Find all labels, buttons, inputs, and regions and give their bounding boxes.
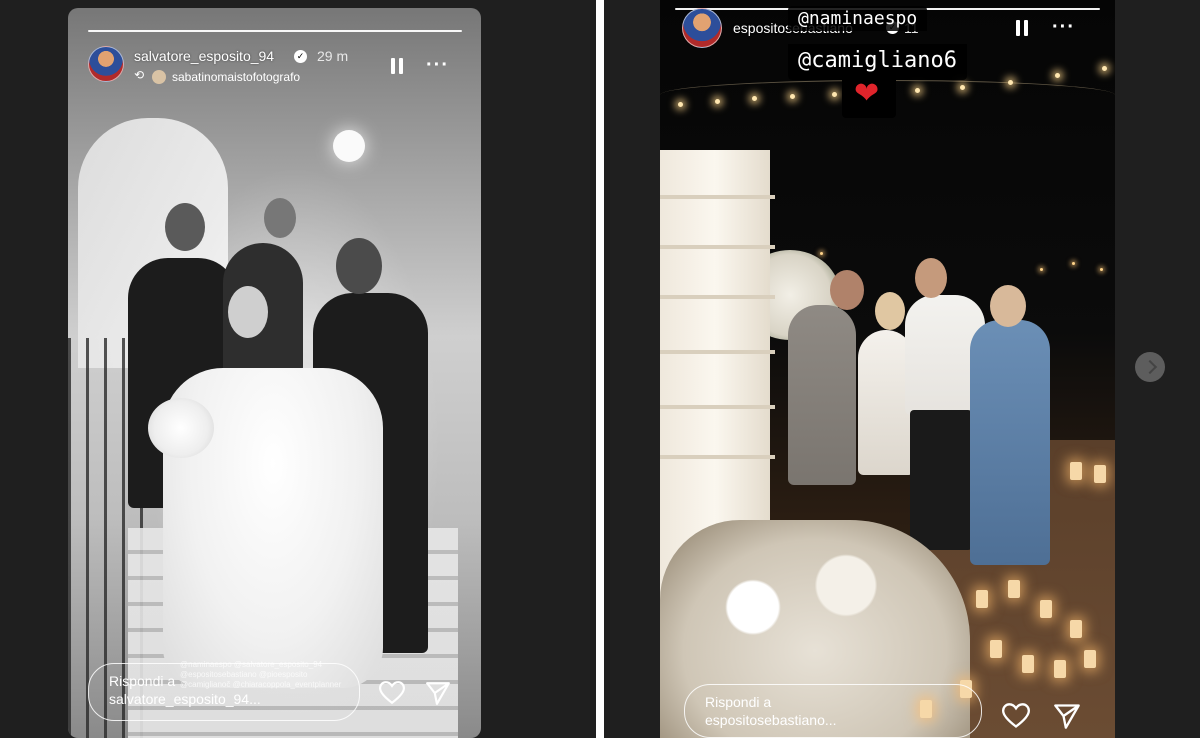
photo-light [715, 99, 720, 104]
reposted-username[interactable]: sabatinomaistofotografo [172, 70, 300, 84]
photo-cake-tier [660, 295, 775, 299]
photo-light [915, 88, 920, 93]
photo-cake-tier [660, 455, 775, 459]
photo-city-light [1072, 262, 1075, 265]
photo-candle [1008, 580, 1020, 598]
story-time: 29 m [317, 48, 349, 64]
photo-city-light [820, 252, 823, 255]
photo-light [960, 85, 965, 90]
reply-prefix: Rispondi a [109, 673, 176, 689]
photo-head [915, 258, 947, 298]
heart-sticker: ❤ [842, 72, 896, 118]
reposted-avatar [152, 70, 166, 84]
photo-head [264, 198, 296, 238]
photo-person-grey-suit [788, 305, 856, 485]
verified-badge-icon: ✓ [294, 50, 307, 63]
photo-light [790, 94, 795, 99]
photo-light [1055, 73, 1060, 78]
photo-head [990, 285, 1026, 327]
photo-person-blue-dress [970, 320, 1050, 565]
reply-input[interactable]: Rispondi a salvatore_esposito_94... [88, 663, 360, 721]
photo-candle [1022, 655, 1034, 673]
photo-head [875, 292, 905, 330]
photo-city-light [1040, 268, 1043, 271]
photo-cake-tier [660, 195, 775, 199]
heart-icon[interactable] [1002, 703, 1030, 729]
photo-head [336, 238, 382, 294]
photo-candle [990, 640, 1002, 658]
photo-light [1102, 66, 1107, 71]
more-options-icon[interactable]: ··· [1052, 17, 1075, 37]
reply-username: espositosebastiano... [705, 712, 837, 728]
heart-icon[interactable] [379, 681, 405, 705]
heart-sticker-icon: ❤ [854, 77, 880, 110]
photo-wall-lamp [333, 130, 365, 162]
photo-head [830, 270, 864, 310]
avatar[interactable] [88, 46, 124, 82]
photo-candle [1070, 462, 1082, 480]
pause-icon[interactable] [390, 58, 404, 74]
photo-city-light [1100, 268, 1103, 271]
photo-light [752, 96, 757, 101]
reply-username: salvatore_esposito_94... [109, 691, 261, 707]
photo-light [1008, 80, 1013, 85]
more-options-icon[interactable]: ··· [426, 55, 449, 75]
story-progress-bar [88, 30, 462, 32]
photo-head [165, 203, 205, 251]
photo-candle [1094, 465, 1106, 483]
photo-candle [1070, 620, 1082, 638]
photo-candle [1084, 650, 1096, 668]
photo-candle [1040, 600, 1052, 618]
story-username[interactable]: salvatore_esposito_94 [134, 48, 274, 64]
reply-input[interactable]: Rispondi a espositosebastiano... [684, 684, 982, 738]
photo-cake-tier [660, 245, 775, 249]
photo-head [228, 286, 268, 338]
photo-bouquet [148, 398, 214, 458]
photo-cake-tier [660, 405, 775, 409]
photo-person-dark-trousers [910, 410, 972, 550]
photo-candle [976, 590, 988, 608]
story-divider [596, 0, 604, 738]
repost-icon: ⟲ [134, 68, 145, 82]
photo-candle [1054, 660, 1066, 678]
photo-light [832, 92, 837, 97]
mention-sticker-naminaespo[interactable]: @naminaespo [788, 6, 928, 31]
reply-prefix: Rispondi a [705, 694, 772, 710]
story-left[interactable]: salvatore_esposito_94 ✓ 29 m ⟲ sabatinom… [68, 8, 481, 738]
photo-light [678, 102, 683, 107]
avatar[interactable] [682, 8, 722, 48]
photo-cake-tier [660, 350, 775, 354]
pause-icon[interactable] [1015, 20, 1029, 36]
send-icon[interactable] [1053, 703, 1081, 729]
send-icon[interactable] [425, 681, 451, 705]
chevron-right-icon[interactable] [1135, 352, 1165, 382]
